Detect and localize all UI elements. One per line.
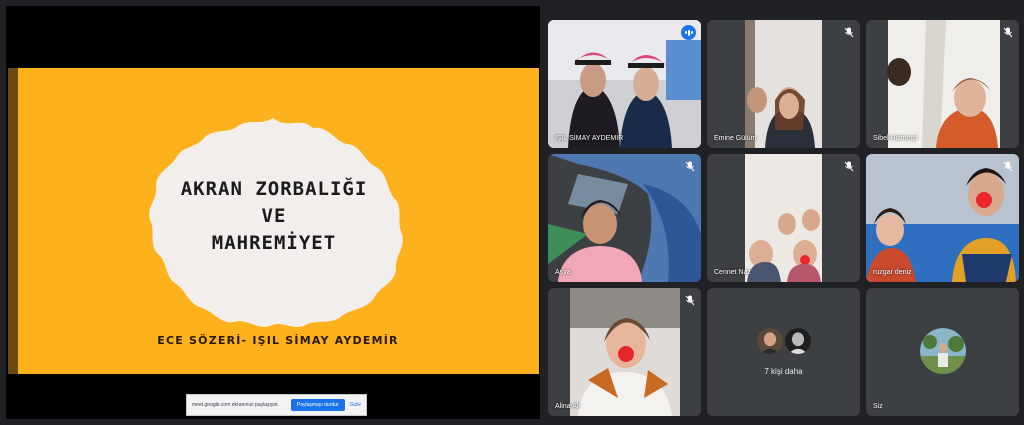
participant-tile[interactable]: Alina Ali <box>548 288 701 416</box>
participant-name: Asya <box>555 269 571 276</box>
participant-name: Cennet Naz <box>714 269 751 276</box>
participant-tile[interactable]: IŞIL SİMAY AYDEMİR <box>548 20 701 148</box>
participant-tile[interactable]: Cennet Naz <box>707 154 860 282</box>
participant-tile[interactable]: Sibel Hizmetçi <box>866 20 1019 148</box>
mic-off-icon <box>844 27 854 38</box>
stop-sharing-button[interactable]: Paylaşmayı durdur <box>290 399 345 411</box>
mic-off-icon <box>844 161 854 172</box>
participant-video <box>866 154 1019 282</box>
participant-name: ruzgar deniz <box>873 269 912 276</box>
participant-video <box>548 20 701 148</box>
self-tile[interactable]: Siz <box>866 288 1019 416</box>
mic-off-icon <box>1003 161 1013 172</box>
participant-tile[interactable]: Emine Gülüm <box>707 20 860 148</box>
participant-avatar <box>754 326 785 356</box>
participant-video <box>548 288 701 416</box>
participant-name: IŞIL SİMAY AYDEMİR <box>555 135 624 142</box>
self-name: Siz <box>873 403 883 410</box>
participant-name: Alina Ali <box>555 403 580 410</box>
presentation-slide: AKRAN ZORBALIĞI VE MAHREMİYET ECE SÖZERİ… <box>8 68 539 374</box>
more-participants-tile[interactable]: 7 kişi daha <box>707 288 860 416</box>
participant-video <box>548 154 701 282</box>
slide-title: AKRAN ZORBALIĞI VE MAHREMİYET <box>158 176 390 257</box>
slide-subtitle: ECE SÖZERİ- IŞIL SİMAY AYDEMİR <box>157 334 399 347</box>
mic-off-icon <box>685 295 695 306</box>
participant-name: Emine Gülüm <box>714 135 757 142</box>
share-status-text: meet.google.com ekranınızı paylaşıyor. <box>192 402 279 408</box>
meet-window: AKRAN ZORBALIĞI VE MAHREMİYET ECE SÖZERİ… <box>0 0 1024 425</box>
slide-title-line-2: VE <box>261 205 287 227</box>
slide-title-line-1: AKRAN ZORBALIĞI <box>180 178 368 200</box>
participant-video <box>707 154 860 282</box>
hide-share-bar-button[interactable]: Gizle <box>350 402 361 408</box>
mic-off-icon <box>685 161 695 172</box>
participant-video <box>707 20 860 148</box>
self-avatar <box>919 328 966 374</box>
participant-name: Sibel Hizmetçi <box>873 135 918 142</box>
more-participants-avatars <box>754 326 813 356</box>
mic-off-icon <box>1003 27 1013 38</box>
participant-tile[interactable]: Asya <box>548 154 701 282</box>
slide-title-line-3: MAHREMİYET <box>211 232 337 254</box>
participant-tile[interactable]: ruzgar deniz <box>866 154 1019 282</box>
more-participants-label: 7 kişi daha <box>764 367 803 376</box>
speaking-indicator-icon <box>681 25 696 40</box>
shared-screen: AKRAN ZORBALIĞI VE MAHREMİYET ECE SÖZERİ… <box>6 6 540 419</box>
participant-avatar <box>782 326 813 356</box>
participant-video <box>866 20 1019 148</box>
slide-edge <box>8 68 18 374</box>
screen-share-bar: meet.google.com ekranınızı paylaşıyor. P… <box>186 394 367 416</box>
